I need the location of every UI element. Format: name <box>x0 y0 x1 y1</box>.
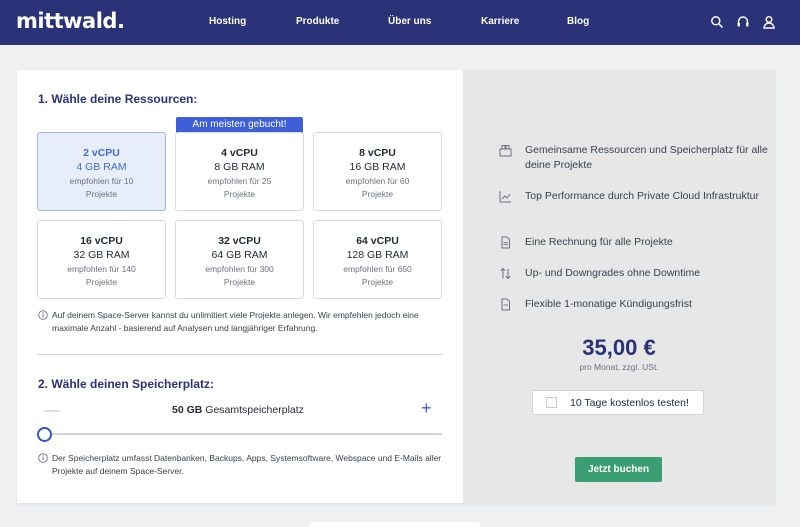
resources-heading: 1. Wähle deine Ressourcen: <box>38 92 198 106</box>
search-icon[interactable] <box>710 15 724 29</box>
plan-64-vcpu[interactable]: 64 vCPU 128 GB RAM empfohlen für 650 Pro… <box>313 220 442 299</box>
plan-cpu: 32 vCPU <box>218 235 261 247</box>
headset-icon[interactable] <box>736 15 750 29</box>
plan-recommendation-unit: Projekte <box>223 189 256 199</box>
plan-recommendation: empfohlen für 140 <box>67 264 136 274</box>
monthly-price: 35,00 € <box>582 335 656 360</box>
feature-text: Up- und Downgrades ohne Downtime <box>525 267 701 279</box>
nav-ueber-uns[interactable]: Über uns <box>388 16 431 27</box>
plan-recommendation-unit: Projekte <box>361 189 394 199</box>
nav-produkte[interactable]: Produkte <box>296 16 339 27</box>
plan-ram: 4 GB RAM <box>76 161 127 173</box>
plan-recommendation-unit: Projekte <box>361 277 394 287</box>
storage-info-note: Der Speicherplatz umfasst Datenbanken, B… <box>38 452 448 478</box>
storage-decrease-button[interactable]: — <box>44 402 60 420</box>
plan-2-vcpu[interactable]: 2 vCPU 4 GB RAM empfohlen für 10 Projekt… <box>37 132 166 211</box>
trial-label: 10 Tage kostenlos testen! <box>570 397 689 409</box>
free-trial-option[interactable]: 10 Tage kostenlos testen! <box>532 390 704 415</box>
shared-resources-icon <box>499 145 512 157</box>
plan-cpu: 16 vCPU <box>80 235 123 247</box>
storage-amount: 50 GB <box>172 404 203 416</box>
invoice-icon <box>501 236 510 249</box>
plan-cpu: 64 vCPU <box>356 235 399 247</box>
plan-32-vcpu[interactable]: 32 vCPU 64 GB RAM empfohlen für 300 Proj… <box>175 220 304 299</box>
storage-unit-label: Gesamtspeicherplatz <box>205 404 304 416</box>
info-icon <box>38 310 48 320</box>
plan-cpu: 2 vCPU <box>83 147 120 159</box>
plan-recommendation: empfohlen für 300 <box>205 264 274 274</box>
document-icon <box>501 298 510 311</box>
storage-slider-track[interactable] <box>45 433 442 435</box>
book-now-button[interactable]: Jetzt buchen <box>575 457 662 482</box>
plan-recommendation-unit: Projekte <box>223 277 256 287</box>
projects-info-note: Auf deinem Space-Server kannst du unlimi… <box>38 309 448 335</box>
section-divider <box>37 354 442 355</box>
performance-chart-icon <box>499 191 511 203</box>
plan-ram: 128 GB RAM <box>346 249 409 261</box>
storage-slider-thumb[interactable] <box>37 427 52 442</box>
storage-heading: 2. Wähle deinen Speicherplatz: <box>38 377 215 391</box>
plan-recommendation-unit: Projekte <box>85 189 118 199</box>
storage-info-text: Der Speicherplatz umfasst Datenbanken, B… <box>52 453 442 476</box>
up-down-arrows-icon <box>500 267 511 280</box>
plan-ram: 64 GB RAM <box>211 249 268 261</box>
plan-4-vcpu[interactable]: 4 vCPU 8 GB RAM empfohlen für 25 Projekt… <box>175 132 304 211</box>
feature-text: Top Performance durch Private Cloud Infr… <box>525 190 760 202</box>
next-section-card <box>310 522 480 527</box>
plan-ram: 16 GB RAM <box>349 161 406 173</box>
feature-text: Eine Rechnung für alle Projekte <box>525 236 673 248</box>
plan-recommendation: empfohlen für 10 <box>69 176 134 186</box>
storage-increase-button[interactable]: + <box>421 398 432 419</box>
plan-ram: 8 GB RAM <box>214 161 265 173</box>
plan-recommendation: empfohlen für 650 <box>343 264 412 274</box>
storage-value-label: 50 GB Gesamtspeicherplatz <box>172 404 304 416</box>
nav-hosting[interactable]: Hosting <box>209 16 246 27</box>
plan-ram: 32 GB RAM <box>73 249 130 261</box>
feature-text: Gemeinsame Ressourcen und Speicherplatz … <box>525 144 768 171</box>
plan-recommendation-unit: Projekte <box>85 277 118 287</box>
plan-recommendation: empfohlen für 25 <box>207 176 272 186</box>
summary-panel <box>463 70 775 503</box>
mittwald-logo[interactable]: mittwald. <box>16 9 125 33</box>
nav-blog[interactable]: Blog <box>567 16 589 27</box>
feature-text: Flexible 1-monatige Kündigungsfrist <box>525 298 692 310</box>
top-navigation-bar: mittwald. Hosting Produkte Über uns Karr… <box>0 0 800 45</box>
nav-karriere[interactable]: Karriere <box>481 16 519 27</box>
most-booked-badge: Am meisten gebucht! <box>176 117 303 133</box>
plan-cpu: 8 vCPU <box>359 147 396 159</box>
price-note: pro Monat, zzgl. USt. <box>579 362 659 372</box>
user-icon[interactable] <box>762 15 776 29</box>
info-icon <box>38 453 48 463</box>
plan-16-vcpu[interactable]: 16 vCPU 32 GB RAM empfohlen für 140 Proj… <box>37 220 166 299</box>
projects-info-text: Auf deinem Space-Server kannst du unlimi… <box>52 310 419 333</box>
plan-8-vcpu[interactable]: 8 vCPU 16 GB RAM empfohlen für 60 Projek… <box>313 132 442 211</box>
plan-recommendation: empfohlen für 60 <box>345 176 410 186</box>
trial-checkbox[interactable] <box>546 397 557 408</box>
plan-cpu: 4 vCPU <box>221 147 258 159</box>
